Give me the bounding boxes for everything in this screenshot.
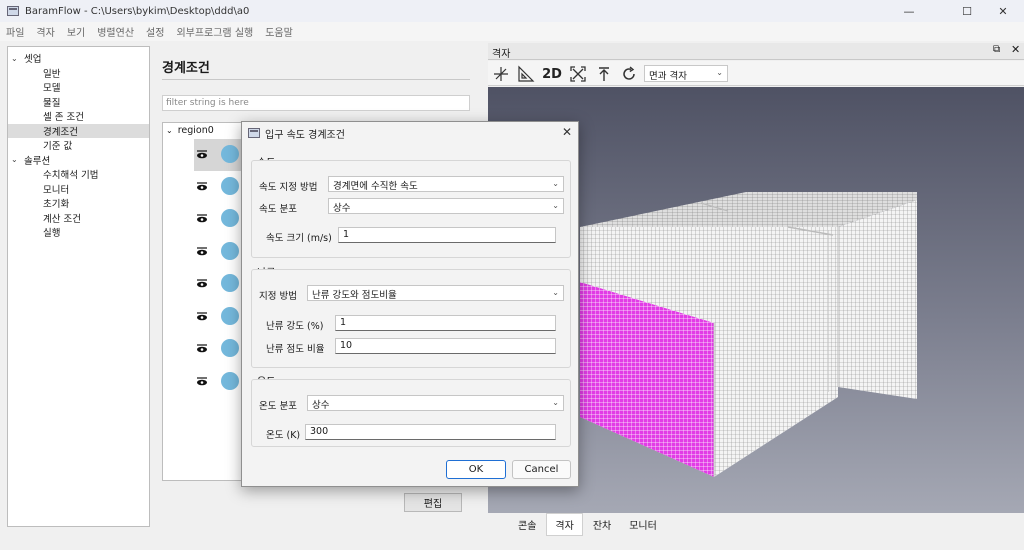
- turbulence-intensity-input[interactable]: 1: [335, 315, 556, 331]
- divider: [162, 79, 470, 80]
- boundary-color-swatch[interactable]: [221, 209, 239, 227]
- close-icon[interactable]: ✕: [1011, 43, 1020, 56]
- turbulence-spec-label: 지정 방법: [259, 291, 297, 302]
- chevron-down-icon: ⌄: [716, 68, 723, 77]
- velocity-magnitude-input[interactable]: 1: [338, 227, 556, 243]
- chevron-down-icon[interactable]: ⌄: [11, 155, 21, 164]
- velocity-group: 속도 지정 방법 경계면에 수직한 속도 ⌄ 속도 분포 상수 ⌄ 속도 크기 …: [251, 160, 571, 258]
- navigation-tree: ⌄ 셋업 일반 모델 물질 셀 존 조건 경계조건 기준 값 ⌄ 솔루션 수치해석 …: [7, 46, 150, 527]
- boundary-color-swatch[interactable]: [221, 339, 239, 357]
- tree-item-boundary-conditions[interactable]: 경계조건: [8, 123, 149, 138]
- tree-item-initialization[interactable]: 초기화: [8, 196, 149, 211]
- float-icon[interactable]: ⧉: [993, 44, 1000, 55]
- rotate-icon[interactable]: [619, 64, 639, 84]
- tree-item-cell-zone-conditions[interactable]: 셀 존 조건: [8, 109, 149, 124]
- ruler-icon[interactable]: [515, 64, 537, 84]
- eye-icon[interactable]: [196, 376, 208, 389]
- eye-icon[interactable]: [196, 278, 208, 291]
- chevron-down-icon: ⌄: [552, 398, 559, 407]
- turbulence-viscosity-label: 난류 점도 비율: [266, 344, 325, 355]
- ok-button[interactable]: OK: [446, 460, 506, 479]
- app-icon: [248, 128, 260, 138]
- app-icon: [7, 6, 19, 16]
- menu-settings[interactable]: 설정: [140, 24, 170, 39]
- edit-button[interactable]: 편집: [404, 493, 462, 512]
- view-2d-button[interactable]: 2D: [541, 64, 563, 84]
- velocity-profile-label: 속도 분포: [259, 204, 297, 215]
- menu-mesh[interactable]: 격자: [30, 24, 60, 39]
- menu-parallel[interactable]: 병렬연산: [91, 24, 140, 39]
- tab-console[interactable]: 콘솔: [510, 514, 544, 535]
- velocity-magnitude-label: 속도 크기 (m/s): [266, 233, 332, 244]
- turbulence-spec-select[interactable]: 난류 강도와 점도비율 ⌄: [307, 285, 564, 301]
- velocity-profile-select[interactable]: 상수 ⌄: [328, 198, 564, 214]
- temperature-group: 온도 분포 상수 ⌄ 온도 (K) 300: [251, 379, 571, 447]
- turbulence-intensity-label: 난류 강도 (%): [266, 321, 324, 332]
- temperature-value-input[interactable]: 300: [305, 424, 556, 440]
- close-icon[interactable]: ✕: [562, 125, 572, 139]
- window-titlebar: BaramFlow - C:\Users\bykim\Desktop\ddd\a…: [0, 0, 1024, 22]
- eye-icon[interactable]: [196, 181, 208, 194]
- dialog-titlebar: 입구 속도 경계조건 ✕: [242, 122, 578, 144]
- page-title: 경계조건: [162, 61, 210, 76]
- menu-view[interactable]: 보기: [61, 24, 91, 39]
- display-mode-select[interactable]: 면과 격자 ⌄: [644, 65, 728, 82]
- tree-item-reference-values[interactable]: 기준 값: [8, 138, 149, 153]
- viewport-tabs: 콘솔 격자 잔차 모니터: [488, 512, 1024, 536]
- turbulence-viscosity-input[interactable]: 10: [335, 338, 556, 354]
- window-title: BaramFlow - C:\Users\bykim\Desktop\ddd\a…: [25, 5, 250, 17]
- tab-monitors[interactable]: 모니터: [621, 514, 665, 535]
- tree-item-solution[interactable]: ⌄ 솔루션: [8, 153, 149, 168]
- chevron-down-icon: ⌄: [552, 288, 559, 297]
- tab-residuals[interactable]: 잔차: [585, 514, 619, 535]
- region-tree-item[interactable]: ⌄ region0: [166, 125, 214, 136]
- boundary-color-swatch[interactable]: [221, 145, 239, 163]
- eye-icon[interactable]: [196, 246, 208, 259]
- eye-icon[interactable]: [196, 311, 208, 324]
- menu-external-programs[interactable]: 외부프로그램 실행: [170, 24, 259, 39]
- tree-item-numerical-methods[interactable]: 수치해석 기법: [8, 167, 149, 182]
- chevron-down-icon[interactable]: ⌄: [166, 126, 173, 135]
- tree-item-run-conditions[interactable]: 계산 조건: [8, 211, 149, 226]
- dialog-title: 입구 속도 경계조건: [265, 129, 345, 141]
- turbulence-group: 지정 방법 난류 강도와 점도비율 ⌄ 난류 강도 (%) 1 난류 점도 비율…: [251, 269, 571, 368]
- menu-help[interactable]: 도움말: [259, 24, 299, 39]
- temperature-profile-label: 온도 분포: [259, 401, 297, 412]
- tab-mesh[interactable]: 격자: [546, 512, 583, 536]
- tree-item-setup[interactable]: ⌄ 셋업: [8, 51, 149, 66]
- menu-file[interactable]: 파일: [0, 24, 30, 39]
- axes-icon[interactable]: [491, 64, 511, 84]
- minimize-button[interactable]: —: [886, 0, 932, 22]
- viewport-title: 격자: [492, 49, 511, 60]
- tree-item-general[interactable]: 일반: [8, 66, 149, 81]
- boundary-color-swatch[interactable]: [221, 274, 239, 292]
- close-button[interactable]: ✕: [980, 0, 1024, 22]
- menubar: 파일 격자 보기 병렬연산 설정 외부프로그램 실행 도움말: [0, 22, 1024, 41]
- chevron-down-icon: ⌄: [552, 201, 559, 210]
- boundary-color-swatch[interactable]: [221, 372, 239, 390]
- velocity-spec-label: 속도 지정 방법: [259, 182, 318, 193]
- chevron-down-icon[interactable]: ⌄: [11, 54, 21, 63]
- temperature-profile-select[interactable]: 상수 ⌄: [307, 395, 564, 411]
- boundary-color-swatch[interactable]: [221, 307, 239, 325]
- mesh-right-face: [838, 200, 917, 399]
- cancel-button[interactable]: Cancel: [512, 460, 571, 479]
- up-axis-icon[interactable]: [594, 64, 614, 84]
- velocity-inlet-dialog: 입구 속도 경계조건 ✕ 속도 속도 지정 방법 경계면에 수직한 속도 ⌄ 속…: [241, 121, 579, 487]
- tree-item-monitors[interactable]: 모니터: [8, 182, 149, 197]
- boundary-color-swatch[interactable]: [221, 177, 239, 195]
- fit-view-icon[interactable]: [568, 64, 588, 84]
- chevron-down-icon: ⌄: [552, 179, 559, 188]
- eye-icon[interactable]: [196, 213, 208, 226]
- tree-item-models[interactable]: 모델: [8, 80, 149, 95]
- tree-item-run[interactable]: 실행: [8, 225, 149, 240]
- boundary-color-swatch[interactable]: [221, 242, 239, 260]
- tree-item-materials[interactable]: 물질: [8, 95, 149, 110]
- viewport-header: [488, 43, 1024, 60]
- eye-icon[interactable]: [196, 149, 208, 162]
- velocity-spec-select[interactable]: 경계면에 수직한 속도 ⌄: [328, 176, 564, 192]
- eye-icon[interactable]: [196, 343, 208, 356]
- filter-input[interactable]: filter string is here: [162, 95, 470, 111]
- temperature-value-label: 온도 (K): [266, 430, 301, 441]
